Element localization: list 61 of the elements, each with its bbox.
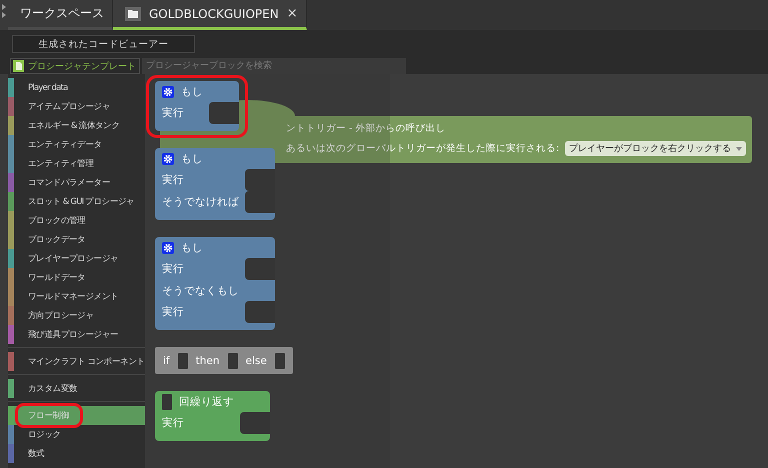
- category-item[interactable]: アイテムプロシージャ: [8, 97, 145, 116]
- if-block[interactable]: もし 実行 そうでなければ: [155, 148, 275, 220]
- category-item[interactable]: コマンドパラメーター: [8, 173, 145, 192]
- close-icon[interactable]: ×: [286, 6, 298, 21]
- category-item[interactable]: プレイヤープロシージャ: [8, 249, 145, 268]
- category-item[interactable]: ロジック: [8, 425, 145, 444]
- category-item[interactable]: スロット & GUI プロシージャ: [8, 192, 145, 211]
- gear-icon[interactable]: [162, 152, 174, 164]
- statement-slot: [245, 301, 275, 323]
- gear-icon[interactable]: [162, 242, 174, 254]
- category-item[interactable]: ワールドデータ: [8, 268, 145, 287]
- category-item[interactable]: カスタム変数: [8, 379, 145, 398]
- category-item[interactable]: 飛び道具プロシージャー: [8, 325, 145, 344]
- collapse-arrows-icon[interactable]: [2, 4, 6, 18]
- input-socket[interactable]: [178, 352, 188, 368]
- tab[interactable]: GOLDBLOCKGUIOPEN ×: [113, 0, 307, 30]
- document-icon: [13, 60, 24, 72]
- category-item[interactable]: ワールドマネージメント: [8, 287, 145, 306]
- folder-icon: [125, 6, 141, 20]
- block-label: 実行: [162, 305, 184, 319]
- caret-icon: [736, 146, 742, 150]
- block-label: else: [246, 354, 267, 366]
- category-item[interactable]: 方向プロシージャ: [8, 306, 145, 325]
- block-label: もし: [181, 84, 203, 98]
- ternary-block[interactable]: if then else: [155, 347, 293, 374]
- input-socket[interactable]: [162, 394, 172, 410]
- category-item[interactable]: Player data: [8, 78, 145, 97]
- palette-tab[interactable]: プロシージャテンプレート: [10, 58, 140, 74]
- block-label: もし: [181, 152, 203, 166]
- block-label: そうでなければ: [162, 195, 239, 209]
- block-label: 実行: [162, 173, 184, 187]
- block-label: 実行: [162, 262, 184, 276]
- if-block[interactable]: もし 実行 そうでなくもし 実行: [155, 237, 275, 330]
- statement-slot: [240, 412, 270, 434]
- category-item[interactable]: エネルギー & 流体タンク: [8, 116, 145, 135]
- statement-slot: [245, 191, 275, 213]
- block-label: then: [196, 354, 220, 366]
- input-socket[interactable]: [228, 352, 238, 368]
- statement-slot: [209, 102, 239, 124]
- category-item[interactable]: エンティティ管理: [8, 154, 145, 173]
- block-label: もし: [181, 240, 203, 254]
- if-block[interactable]: もし 実行: [155, 81, 239, 131]
- gear-icon[interactable]: [162, 86, 174, 98]
- block-label: そうでなくもし: [162, 284, 239, 298]
- category-item[interactable]: ブロックの管理: [8, 211, 145, 230]
- statement-slot: [245, 258, 275, 280]
- block-label: 回繰り返す: [179, 394, 234, 408]
- block-label: あるいは次のグローバルトリガーが発生した際に実行される:: [286, 142, 560, 155]
- block-label: 実行: [162, 416, 184, 430]
- category-item[interactable]: エンティティデータ: [8, 135, 145, 154]
- search-field[interactable]: プロシージャーブロックを検索: [142, 58, 406, 74]
- trigger-dropdown[interactable]: プレイヤーがブロックを右クリックする: [565, 141, 746, 156]
- block-label: if: [163, 354, 170, 366]
- code-viewer-button[interactable]: 生成されたコードビューアー: [12, 35, 195, 53]
- statement-slot: [245, 169, 275, 191]
- block-label: ントトリガー - 外部からの呼び出し: [286, 122, 446, 135]
- tab[interactable]: ワークスペース: [8, 0, 113, 30]
- category-item[interactable]: マインクラフト コンポーネント: [8, 352, 145, 371]
- input-socket[interactable]: [274, 352, 285, 368]
- category-item[interactable]: 数式: [8, 444, 145, 463]
- category-item[interactable]: ブロックデータ: [8, 230, 145, 249]
